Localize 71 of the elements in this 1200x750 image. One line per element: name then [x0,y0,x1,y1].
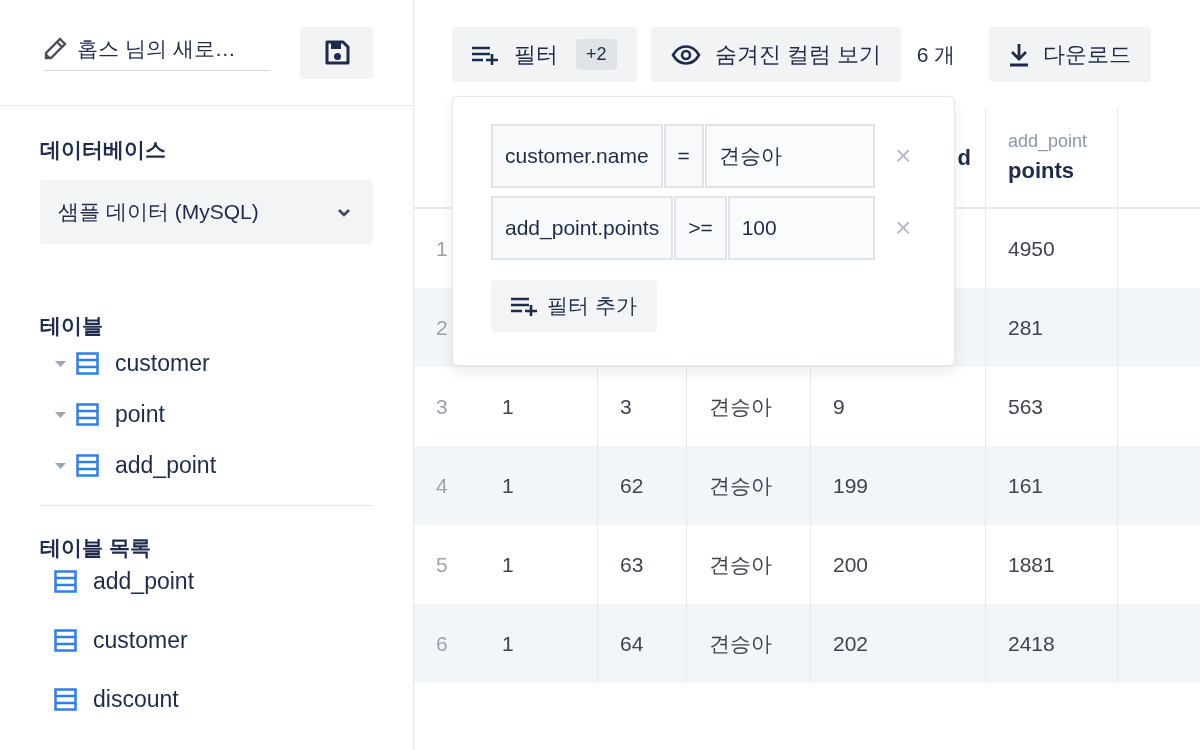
table-cell-text: 견승아 [709,393,772,420]
section-heading: 테이블 목록 [40,535,151,561]
show-hidden-columns-button[interactable]: 숨겨진 컬럼 보기 [650,27,901,82]
section-heading: 테이블 [40,313,103,339]
table-cell: 563 [1008,394,1044,419]
table-cell: 3 [620,394,632,419]
filter-field-select[interactable]: add_point.points [491,196,674,260]
table-cell: 1881 [1008,552,1055,577]
caret-icon[interactable] [55,360,66,367]
table-cell: 1 [502,552,514,577]
column-header[interactable]: d [957,144,971,171]
save-icon [323,40,350,66]
filter-icon [511,296,539,316]
row-number: 5 [436,552,448,577]
table-cell: 161 [1008,473,1044,498]
pencil-icon [43,36,67,61]
row-number: 1 [436,236,448,261]
table-icon [76,454,99,477]
database-select[interactable]: 샘플 데이터 (MySQL) [40,180,373,244]
operator-select[interactable]: >= [674,196,727,260]
table-cell-text: 견승아 [709,551,772,578]
table-icon [76,403,99,426]
add-filter-button[interactable]: 필터 추가 [491,280,657,332]
row-number: 2 [436,315,448,340]
table-name[interactable]: add_point [115,452,217,479]
section-heading: 데이터베이스 [40,137,166,163]
eye-icon [670,44,701,65]
table-cell: 9 [833,394,845,419]
column-header[interactable]: points [1008,158,1074,184]
table-cell: 202 [833,631,869,656]
table-icon [54,688,77,711]
table-cell: 1 [502,473,514,498]
table-name[interactable]: point [115,401,165,428]
filter-icon [472,44,500,65]
download-icon [1009,42,1030,67]
table-cell: 1 [502,394,514,419]
operator-select[interactable]: = [663,124,704,188]
table-icon [54,570,77,593]
table-cell: 62 [620,473,644,498]
table-name[interactable]: discount [93,686,179,713]
filter-value-field[interactable]: 견승아 [704,124,875,188]
filter-count-badge: +2 [576,39,617,70]
table-icon [76,352,99,375]
download-button[interactable]: 다운로드 [989,27,1152,82]
table-cell: 63 [620,552,644,577]
table-cell: 1 [502,631,514,656]
table-cell-text: 견승아 [709,472,772,499]
filter-button[interactable]: 필터 +2 [452,27,637,82]
table-cell: 200 [833,552,869,577]
row-number: 3 [436,394,448,419]
row-number: 6 [436,631,448,656]
caret-icon[interactable] [55,462,66,469]
table-cell-text: 견승아 [709,630,772,657]
table-name[interactable]: customer [93,627,188,654]
filter-field-select[interactable]: customer.name [491,124,663,188]
query-title-field[interactable]: 홉스 님의 새로… [43,27,270,71]
row-number: 4 [436,473,448,498]
table-cell: 4950 [1008,236,1055,261]
save-button[interactable] [300,27,373,79]
table-cell: 64 [620,631,644,656]
caret-icon[interactable] [55,411,66,418]
table-cell: 2418 [1008,631,1055,656]
table-cell: 281 [1008,315,1044,340]
chevron-down-icon [337,207,351,217]
column-table-name: add_point [1008,131,1088,152]
table-name[interactable]: add_point [93,568,195,595]
filter-value-field[interactable]: 100 [727,196,875,260]
row-count: 6 개 [915,41,957,68]
table-icon [54,629,77,652]
table-name[interactable]: customer [115,350,210,377]
table-cell: 199 [833,473,869,498]
